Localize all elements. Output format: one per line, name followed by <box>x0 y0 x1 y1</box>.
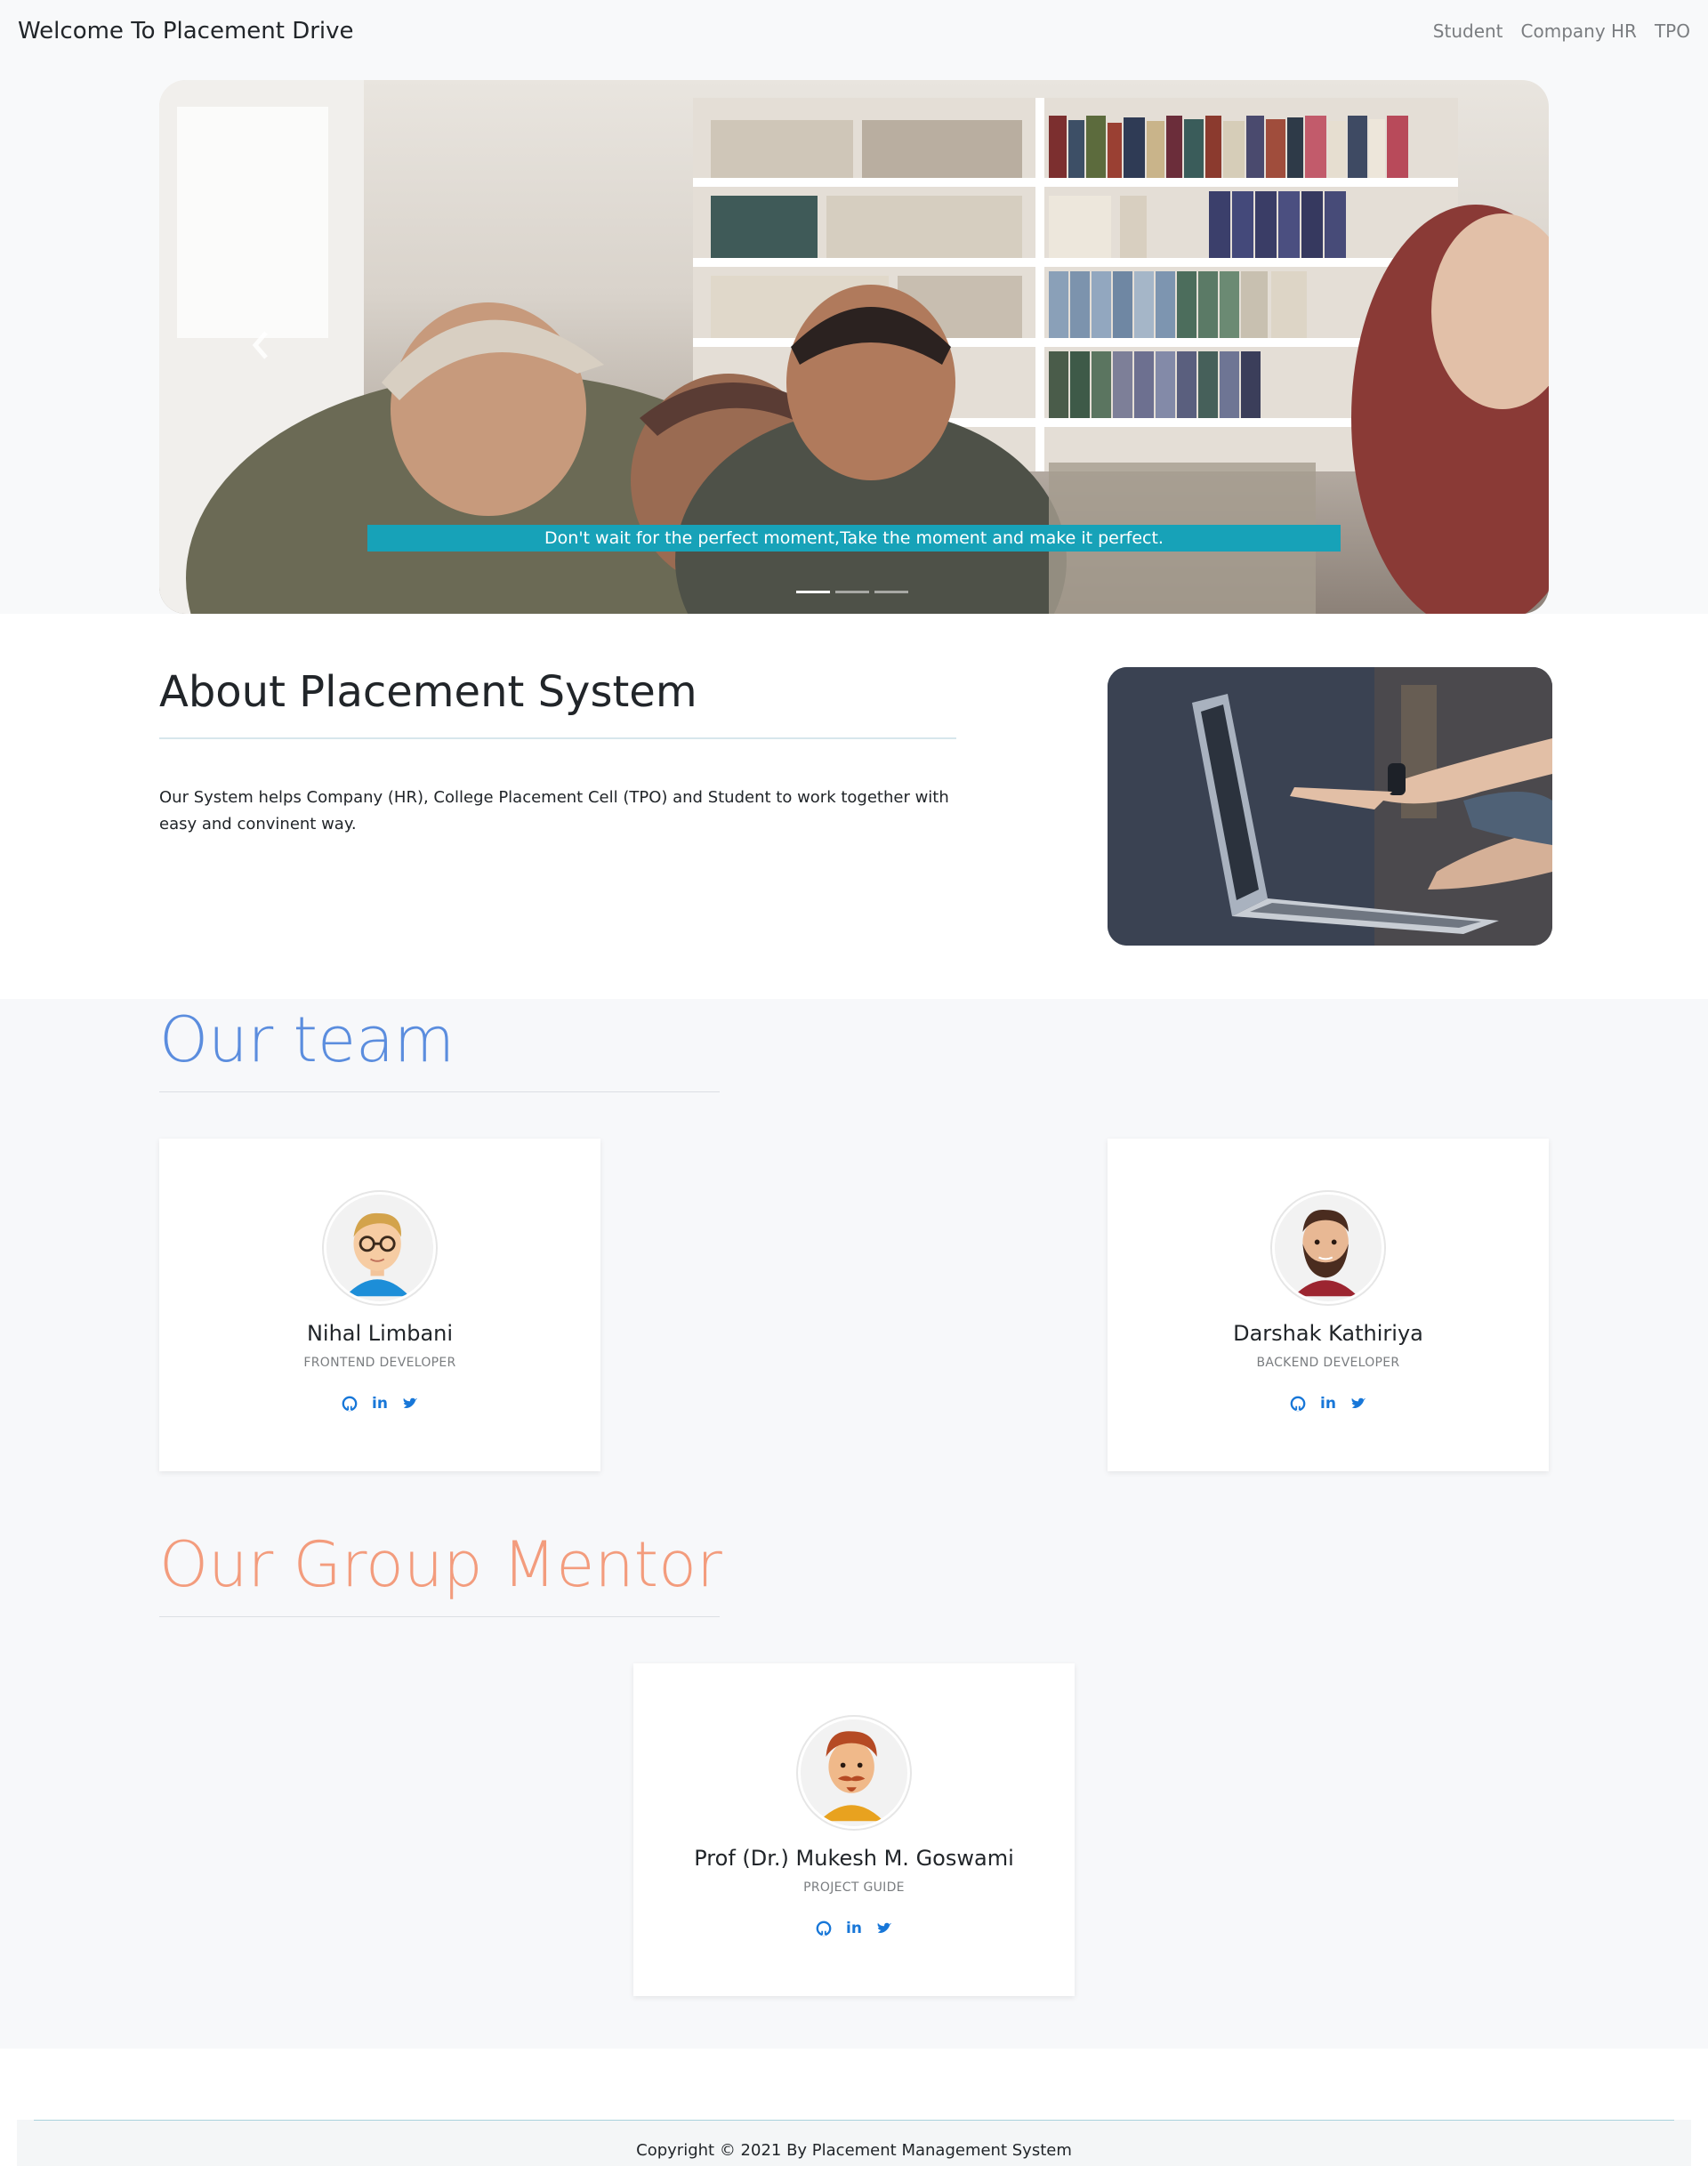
twitter-icon[interactable] <box>875 1920 893 1937</box>
social-links: in <box>1108 1395 1549 1413</box>
nav-link-student[interactable]: Student <box>1433 20 1503 42</box>
carousel-prev-icon[interactable] <box>248 327 275 363</box>
footer: Copyright © 2021 By Placement Management… <box>17 2120 1691 2166</box>
avatar <box>798 1717 910 1829</box>
carousel-caption: Don't wait for the perfect moment,Take t… <box>367 525 1341 552</box>
nav-links: Student Company HR TPO <box>1433 20 1690 42</box>
mentor-card: Prof (Dr.) Mukesh M. Goswami PROJECT GUI… <box>633 1663 1075 1996</box>
about-text: Our System helps Company (HR), College P… <box>159 788 949 833</box>
mentor-title: Our Group Mentor <box>159 1528 722 1601</box>
avatar-glasses-icon <box>326 1195 429 1297</box>
about-laptop-image <box>1108 667 1552 946</box>
team-divider <box>159 1091 720 1092</box>
laptop-illustration <box>1108 667 1552 946</box>
nav-link-company-hr[interactable]: Company HR <box>1521 20 1637 42</box>
team-card-darshak: Darshak Kathiriya BACKEND DEVELOPER in <box>1108 1139 1549 1471</box>
linkedin-icon[interactable]: in <box>371 1395 389 1413</box>
avatar <box>324 1192 436 1304</box>
social-links: in <box>159 1395 600 1413</box>
github-icon[interactable] <box>815 1920 833 1937</box>
avatar-mustache-icon <box>801 1719 903 1822</box>
member-role: FRONTEND DEVELOPER <box>303 1356 456 1370</box>
avatar-bearded-icon <box>1275 1195 1377 1297</box>
carousel-indicators <box>796 591 908 593</box>
navbar: Welcome To Placement Drive Student Compa… <box>0 0 1708 62</box>
twitter-icon[interactable] <box>1349 1395 1367 1413</box>
hero-carousel: Don't wait for the perfect moment,Take t… <box>159 80 1549 614</box>
mentor-divider <box>159 1616 720 1617</box>
about-title: About Placement System <box>159 667 697 717</box>
linkedin-icon[interactable]: in <box>1319 1395 1337 1413</box>
member-name: Nihal Limbani <box>306 1321 454 1346</box>
member-name: Darshak Kathiriya <box>1233 1321 1423 1346</box>
carousel-indicator-3[interactable] <box>874 591 908 593</box>
github-icon[interactable] <box>341 1395 359 1413</box>
brand-title[interactable]: Welcome To Placement Drive <box>18 18 354 44</box>
footer-copyright: Copyright © 2021 By Placement Management… <box>636 2141 1072 2160</box>
carousel-indicator-2[interactable] <box>835 591 869 593</box>
social-links: in <box>633 1920 1075 1937</box>
linkedin-icon[interactable]: in <box>845 1920 863 1937</box>
member-role: BACKEND DEVELOPER <box>1256 1356 1400 1370</box>
mentor-role: PROJECT GUIDE <box>803 1880 905 1895</box>
avatar <box>1272 1192 1384 1304</box>
mentor-name: Prof (Dr.) Mukesh M. Goswami <box>694 1846 1014 1871</box>
team-card-nihal: Nihal Limbani FRONTEND DEVELOPER in <box>159 1139 600 1471</box>
github-icon[interactable] <box>1289 1395 1307 1413</box>
nav-link-tpo[interactable]: TPO <box>1655 20 1690 42</box>
twitter-icon[interactable] <box>401 1395 419 1413</box>
footer-divider <box>34 2120 1674 2121</box>
team-title: Our team <box>159 1003 455 1076</box>
about-divider <box>159 737 956 739</box>
carousel-indicator-1[interactable] <box>796 591 830 593</box>
